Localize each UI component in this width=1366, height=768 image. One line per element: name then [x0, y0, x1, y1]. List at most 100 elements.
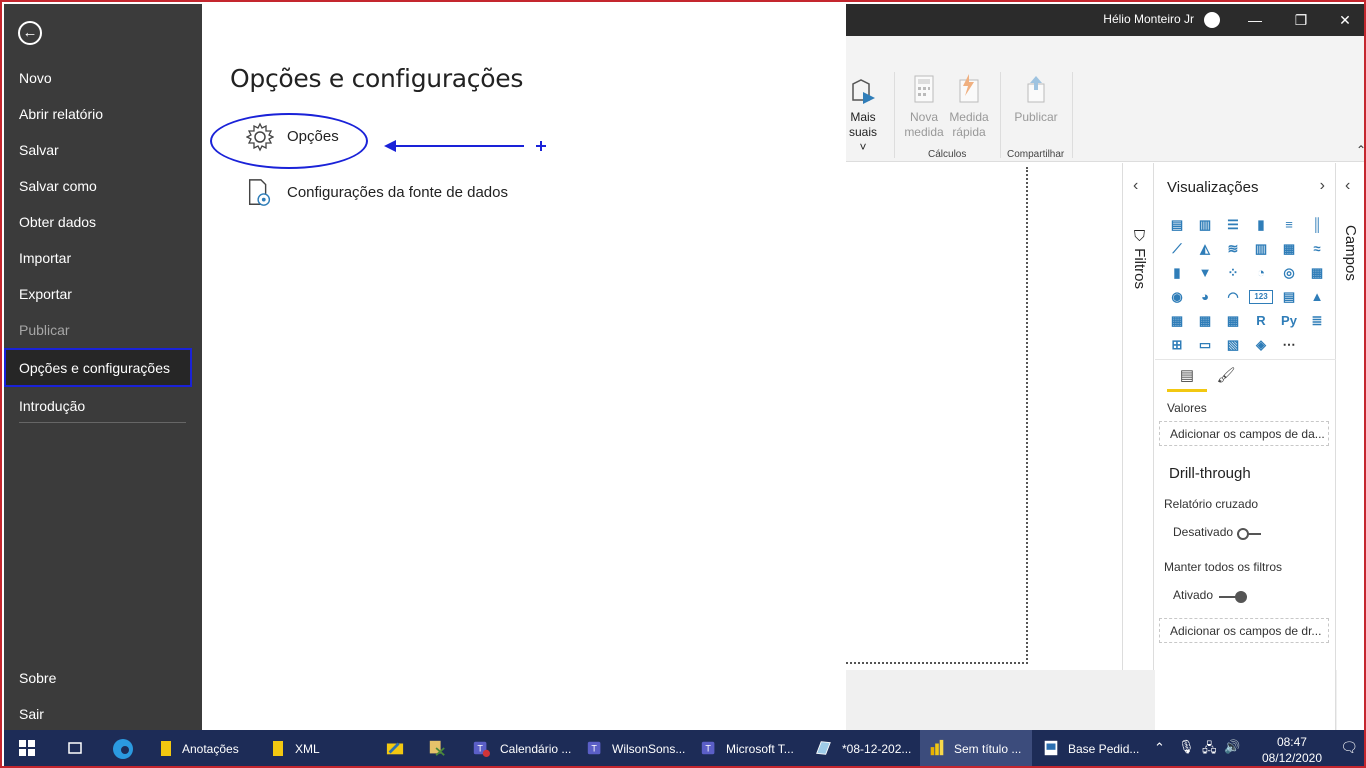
pie-icon[interactable]: ◔	[1249, 263, 1273, 283]
restore-button[interactable]: ❐	[1286, 9, 1316, 31]
menu-item-intro[interactable]: Introdução	[19, 398, 85, 414]
taskbar-explorer[interactable]	[382, 730, 414, 766]
python-visual-icon[interactable]: Py	[1277, 311, 1301, 331]
taskbar-item-wilsonsons[interactable]: T WilsonSons...	[580, 730, 688, 766]
ribbon-icon[interactable]: ≈	[1305, 239, 1329, 259]
minimize-button[interactable]: —	[1240, 9, 1270, 31]
stacked-bar-icon[interactable]: ▤	[1165, 215, 1189, 235]
matrix-icon[interactable]: ▦	[1221, 311, 1245, 331]
menu-item-salvar[interactable]: Salvar	[19, 142, 59, 158]
taskbar-item-notepad[interactable]: *08-12-202...	[808, 730, 918, 766]
chevron-right-icon[interactable]: ›	[1320, 177, 1325, 195]
clock[interactable]: 08:47 08/12/2020	[1262, 734, 1322, 766]
clustered-column-icon[interactable]: ▮	[1249, 215, 1273, 235]
filters-label[interactable]: ⛉ Filtros	[1131, 229, 1148, 289]
menu-item-importar[interactable]: Importar	[19, 250, 71, 266]
avatar[interactable]	[1204, 12, 1220, 28]
report-canvas[interactable]	[846, 163, 1122, 670]
microphone-icon[interactable]: 🎙	[1178, 739, 1195, 755]
task-view-button[interactable]	[60, 730, 90, 766]
values-well[interactable]: Adicionar os campos de da...	[1159, 421, 1329, 446]
format-tab[interactable]: 🖌	[1213, 366, 1239, 392]
stacked-area-icon[interactable]: ≋	[1221, 239, 1245, 259]
new-measure-button[interactable]: Nova medida	[902, 74, 946, 140]
folder-icon	[161, 741, 171, 756]
r-visual-icon[interactable]: R	[1249, 311, 1273, 331]
menu-item-obter-dados[interactable]: Obter dados	[19, 214, 96, 230]
menu-item-salvar-como[interactable]: Salvar como	[19, 178, 97, 194]
line-icon[interactable]: ⟋	[1165, 239, 1189, 259]
network-icon[interactable]: 🖧	[1202, 739, 1217, 761]
gauge-icon[interactable]: ◠	[1221, 287, 1245, 307]
menu-item-about[interactable]: Sobre	[19, 670, 56, 686]
volume-icon[interactable]: 🔊	[1224, 739, 1240, 755]
key-influencers-icon[interactable]: ≣	[1305, 311, 1329, 331]
taskbar-item-microsoft-teams[interactable]: T Microsoft T...	[694, 730, 802, 766]
menu-item-abrir-relatorio[interactable]: Abrir relatório	[19, 106, 103, 122]
slicer-icon[interactable]: ▦	[1165, 311, 1189, 331]
menu-item-exit[interactable]: Sair	[19, 706, 44, 722]
start-button[interactable]	[12, 730, 42, 766]
menu-item-exportar[interactable]: Exportar	[19, 286, 72, 302]
decomposition-tree-icon[interactable]: ⊞	[1165, 335, 1189, 355]
multi-row-card-icon[interactable]: ▤	[1277, 287, 1301, 307]
keep-filters-state: Ativado	[1173, 588, 1214, 602]
quick-measure-button[interactable]: Medida rápida	[946, 74, 992, 140]
table-icon[interactable]: ▦	[1193, 311, 1217, 331]
line-column-icon[interactable]: ▥	[1249, 239, 1273, 259]
fields-label[interactable]: Campos	[1342, 225, 1359, 281]
keep-filters-toggle[interactable]	[1219, 591, 1247, 603]
menu-item-options-settings[interactable]: Opções e configurações	[4, 348, 192, 387]
more-icon[interactable]: ⋯	[1277, 335, 1301, 355]
arcgis-icon[interactable]: ◈	[1249, 335, 1273, 355]
filters-pane[interactable]: ‹ ⛉ Filtros	[1122, 163, 1154, 670]
waterfall-icon[interactable]: ▮	[1165, 263, 1189, 283]
publish-button[interactable]: Publicar	[1012, 74, 1060, 125]
fields-tab[interactable]: ▤	[1167, 366, 1207, 392]
area-icon[interactable]: ◭	[1193, 239, 1217, 259]
visualizations-title: Visualizações	[1167, 179, 1259, 196]
100-column-icon[interactable]: ║	[1305, 215, 1329, 235]
fields-pane[interactable]: ‹ Campos	[1337, 163, 1364, 730]
collapse-ribbon-icon[interactable]: ⌃	[1356, 143, 1364, 157]
taskbar-item-powerbi[interactable]: Sem título ...	[920, 730, 1032, 766]
menu-item-novo[interactable]: Novo	[19, 70, 52, 86]
more-visuals-button[interactable]: Mais suais ˅	[846, 74, 880, 155]
taskbar-item-access[interactable]: Base Pedid...	[1036, 730, 1144, 766]
chevron-up-icon[interactable]: ⌃	[1154, 740, 1165, 756]
back-arrow-icon[interactable]: ←	[18, 21, 42, 45]
chevron-left-icon[interactable]: ‹	[1133, 177, 1138, 195]
stacked-column-icon[interactable]: ▥	[1193, 215, 1217, 235]
notifications-icon[interactable]: 🗨	[1340, 739, 1358, 756]
user-name[interactable]: Hélio Monteiro Jr	[1103, 12, 1194, 26]
cross-report-toggle[interactable]	[1237, 528, 1261, 540]
taskbar-item-calendario[interactable]: T Calendário ...	[466, 730, 574, 766]
smart-narrative-icon[interactable]: ▧	[1221, 335, 1245, 355]
100-bar-icon[interactable]: ≡	[1277, 215, 1301, 235]
publish-icon	[1027, 76, 1045, 103]
funnel-icon[interactable]: ▼	[1193, 263, 1217, 283]
map-icon[interactable]: ◉	[1165, 287, 1189, 307]
clustered-bar-icon[interactable]: ☰	[1221, 215, 1245, 235]
taskbar-edge[interactable]	[108, 730, 140, 766]
more-visuals-label-2: suais ˅	[848, 125, 877, 154]
line-clustered-icon[interactable]: ▦	[1277, 239, 1301, 259]
file-explorer-icon	[386, 742, 404, 755]
scatter-icon[interactable]: ⁘	[1221, 263, 1245, 283]
filled-map-icon[interactable]: ◕	[1193, 287, 1217, 307]
kpi-icon[interactable]: ▲	[1305, 287, 1329, 307]
taskbar-db-tool[interactable]	[424, 730, 456, 766]
divider	[1155, 359, 1336, 360]
chevron-left-icon[interactable]: ‹	[1345, 177, 1350, 195]
taskbar-item-anotacoes[interactable]: Anotações	[152, 730, 252, 766]
power-bi-icon	[930, 739, 944, 756]
close-button[interactable]: ✕	[1330, 9, 1360, 31]
treemap-icon[interactable]: ▦	[1305, 263, 1329, 283]
qa-icon[interactable]: ▭	[1193, 335, 1217, 355]
taskbar-label: Sem título ...	[954, 742, 1022, 756]
donut-icon[interactable]: ◎	[1277, 263, 1301, 283]
taskbar-item-xml[interactable]: XML	[264, 730, 354, 766]
drill-through-well[interactable]: Adicionar os campos de dr...	[1159, 618, 1329, 643]
card-icon[interactable]: 123	[1249, 290, 1273, 304]
report-page[interactable]	[846, 167, 1028, 664]
